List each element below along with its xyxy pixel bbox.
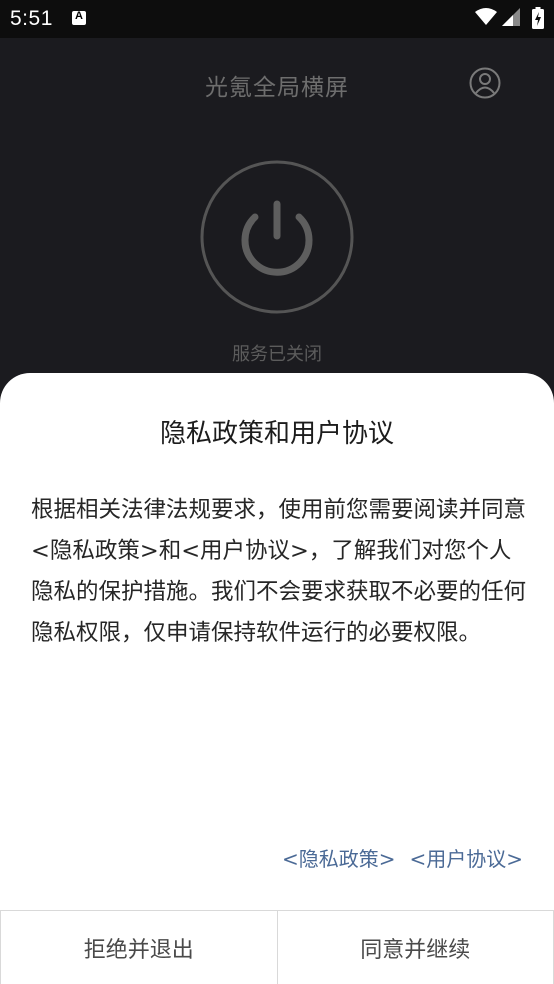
power-icon[interactable]: [200, 160, 354, 314]
battery-charging-icon: [532, 7, 544, 29]
text-a-icon: A: [72, 10, 86, 25]
user-agreement-link[interactable]: <用户协议>: [409, 847, 523, 871]
dialog-body-text: 根据相关法律法规要求，使用前您需要阅读并同意<隐私政策>和<用户协议>，了解我们…: [31, 497, 527, 646]
privacy-dialog: 隐私政策和用户协议 根据相关法律法规要求，使用前您需要阅读并同意<隐私政策>和<…: [0, 373, 554, 984]
dialog-button-bar: 拒绝并退出 同意并继续: [0, 910, 554, 984]
account-icon[interactable]: [469, 67, 501, 99]
decline-exit-button[interactable]: 拒绝并退出: [0, 911, 277, 984]
accept-continue-button[interactable]: 同意并继续: [276, 911, 554, 984]
status-time: 5:51: [10, 7, 53, 30]
dialog-title: 隐私政策和用户协议: [159, 419, 394, 449]
notification-label: A: [75, 10, 83, 22]
privacy-policy-link[interactable]: <隐私政策>: [282, 847, 396, 871]
status-bar: 5:51 A: [0, 0, 554, 38]
wifi-icon: [475, 8, 497, 25]
dialog-links: <隐私政策> <用户协议>: [268, 843, 523, 872]
service-status-label: 服务已关闭: [232, 344, 322, 365]
signal-icon: [502, 8, 520, 26]
